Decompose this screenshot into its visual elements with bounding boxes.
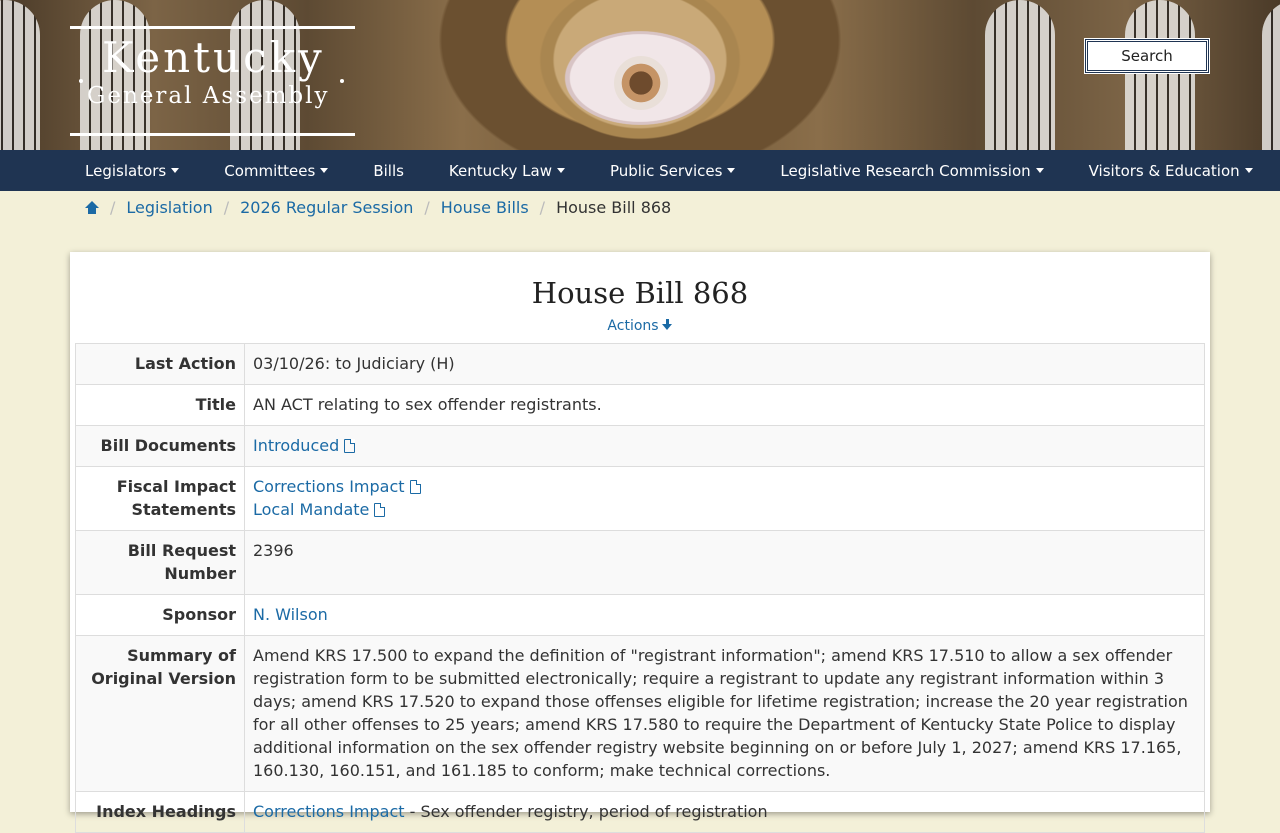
- sponsor-link[interactable]: N. Wilson: [253, 605, 328, 624]
- nav-bills[interactable]: Bills: [373, 162, 404, 180]
- header-banner: Kentucky General Assembly Search: [0, 0, 1280, 150]
- home-icon[interactable]: [85, 200, 99, 215]
- nav-label: Kentucky Law: [448, 161, 552, 180]
- arrow-down-icon: [661, 319, 673, 331]
- bill-details-table: Last Action 03/10/26: to Judiciary (H) T…: [75, 343, 1205, 833]
- caret-down-icon: [171, 168, 180, 173]
- bill-request-value: 2396: [244, 530, 1205, 595]
- link-label: Corrections Impact: [253, 477, 405, 496]
- caret-down-icon: [1244, 168, 1253, 173]
- logo-title: Kentucky: [102, 33, 325, 82]
- table-row: Last Action 03/10/26: to Judiciary (H): [75, 343, 1205, 385]
- pdf-icon: [344, 439, 356, 453]
- logo-dot: [340, 79, 344, 83]
- introduced-link[interactable]: Introduced: [253, 436, 356, 455]
- row-label: Bill Request Number: [75, 530, 245, 595]
- row-label: Title: [75, 384, 245, 426]
- row-label: Bill Documents: [75, 425, 245, 467]
- window-graphic: [1262, 0, 1280, 150]
- breadcrumb-separator: /: [110, 198, 116, 217]
- nav-label: Legislative Research Commission: [780, 161, 1031, 180]
- pdf-icon: [409, 480, 421, 494]
- nav-label: Bills: [373, 161, 404, 180]
- table-row: Title AN ACT relating to sex offender re…: [75, 384, 1205, 426]
- window-graphic: [1125, 0, 1195, 150]
- local-mandate-link[interactable]: Local Mandate: [253, 500, 386, 519]
- main-nav: Legislators Committees Bills Kentucky La…: [0, 150, 1280, 191]
- link-label: Local Mandate: [253, 500, 370, 519]
- table-row: Bill Request Number 2396: [75, 530, 1205, 595]
- search-button[interactable]: Search: [1084, 38, 1210, 74]
- breadcrumb-legislation[interactable]: Legislation: [126, 198, 212, 217]
- index-headings-value: Corrections Impact - Sex offender regist…: [244, 791, 1205, 833]
- row-label: Summary of Original Version: [75, 635, 245, 792]
- caret-down-icon: [557, 168, 565, 173]
- table-row: Bill Documents Introduced: [75, 425, 1205, 467]
- nav-kentucky-law[interactable]: Kentucky Law: [449, 162, 565, 180]
- row-label: Sponsor: [75, 594, 245, 636]
- row-label: Index Headings: [75, 791, 245, 833]
- breadcrumb: / Legislation / 2026 Regular Session / H…: [85, 198, 671, 217]
- actions-link[interactable]: Actions: [70, 318, 1210, 334]
- nav-label: Legislators: [85, 161, 167, 180]
- caret-down-icon: [727, 168, 736, 173]
- breadcrumb-current: House Bill 868: [556, 198, 672, 217]
- logo-dot: [79, 79, 83, 83]
- window-graphic: [0, 0, 40, 150]
- fiscal-impact-value: Corrections Impact Local Mandate: [244, 466, 1205, 531]
- nav-lrc[interactable]: Legislative Research Commission: [780, 161, 1044, 180]
- nav-visitors-education[interactable]: Visitors & Education: [1089, 162, 1253, 180]
- table-row: Sponsor N. Wilson: [75, 594, 1205, 636]
- index-corrections-impact-link[interactable]: Corrections Impact: [253, 802, 405, 821]
- link-label: Introduced: [253, 436, 340, 455]
- corrections-impact-link[interactable]: Corrections Impact: [253, 477, 421, 496]
- title-value: AN ACT relating to sex offender registra…: [244, 384, 1205, 426]
- breadcrumb-session[interactable]: 2026 Regular Session: [240, 198, 413, 217]
- index-heading-text: - Sex offender registry, period of regis…: [404, 802, 768, 821]
- nav-label: Committees: [224, 161, 316, 180]
- nav-legislators[interactable]: Legislators: [85, 161, 180, 180]
- sponsor-value: N. Wilson: [244, 594, 1205, 636]
- table-row: Fiscal Impact Statements Corrections Imp…: [75, 466, 1205, 531]
- row-label: Last Action: [75, 343, 245, 385]
- table-row: Summary of Original Version Amend KRS 17…: [75, 635, 1205, 792]
- window-graphic: [985, 0, 1055, 150]
- table-row: Index Headings Corrections Impact - Sex …: [75, 791, 1205, 833]
- caret-down-icon: [1035, 168, 1044, 173]
- caret-down-icon: [320, 168, 329, 173]
- logo-subtitle: General Assembly: [87, 83, 330, 109]
- nav-label: Public Services: [610, 161, 723, 180]
- pdf-icon: [374, 503, 386, 517]
- bill-card: House Bill 868 Actions Last Action 03/10…: [70, 252, 1210, 833]
- breadcrumb-separator: /: [223, 198, 230, 217]
- nav-committees[interactable]: Committees: [224, 161, 329, 180]
- summary-value: Amend KRS 17.500 to expand the definitio…: [244, 635, 1205, 792]
- dome-rosette: [614, 56, 668, 110]
- page-title: House Bill 868: [531, 276, 749, 310]
- breadcrumb-separator: /: [424, 198, 430, 217]
- breadcrumb-house-bills[interactable]: House Bills: [441, 198, 529, 217]
- last-action-value: 03/10/26: to Judiciary (H): [244, 343, 1205, 385]
- actions-label: Actions: [607, 318, 659, 334]
- row-label: Fiscal Impact Statements: [75, 466, 245, 531]
- nav-label: Visitors & Education: [1088, 161, 1240, 180]
- breadcrumb-separator: /: [539, 198, 546, 217]
- bill-documents-value: Introduced: [244, 425, 1205, 467]
- site-logo[interactable]: Kentucky General Assembly: [70, 26, 355, 136]
- nav-public-services[interactable]: Public Services: [610, 161, 736, 180]
